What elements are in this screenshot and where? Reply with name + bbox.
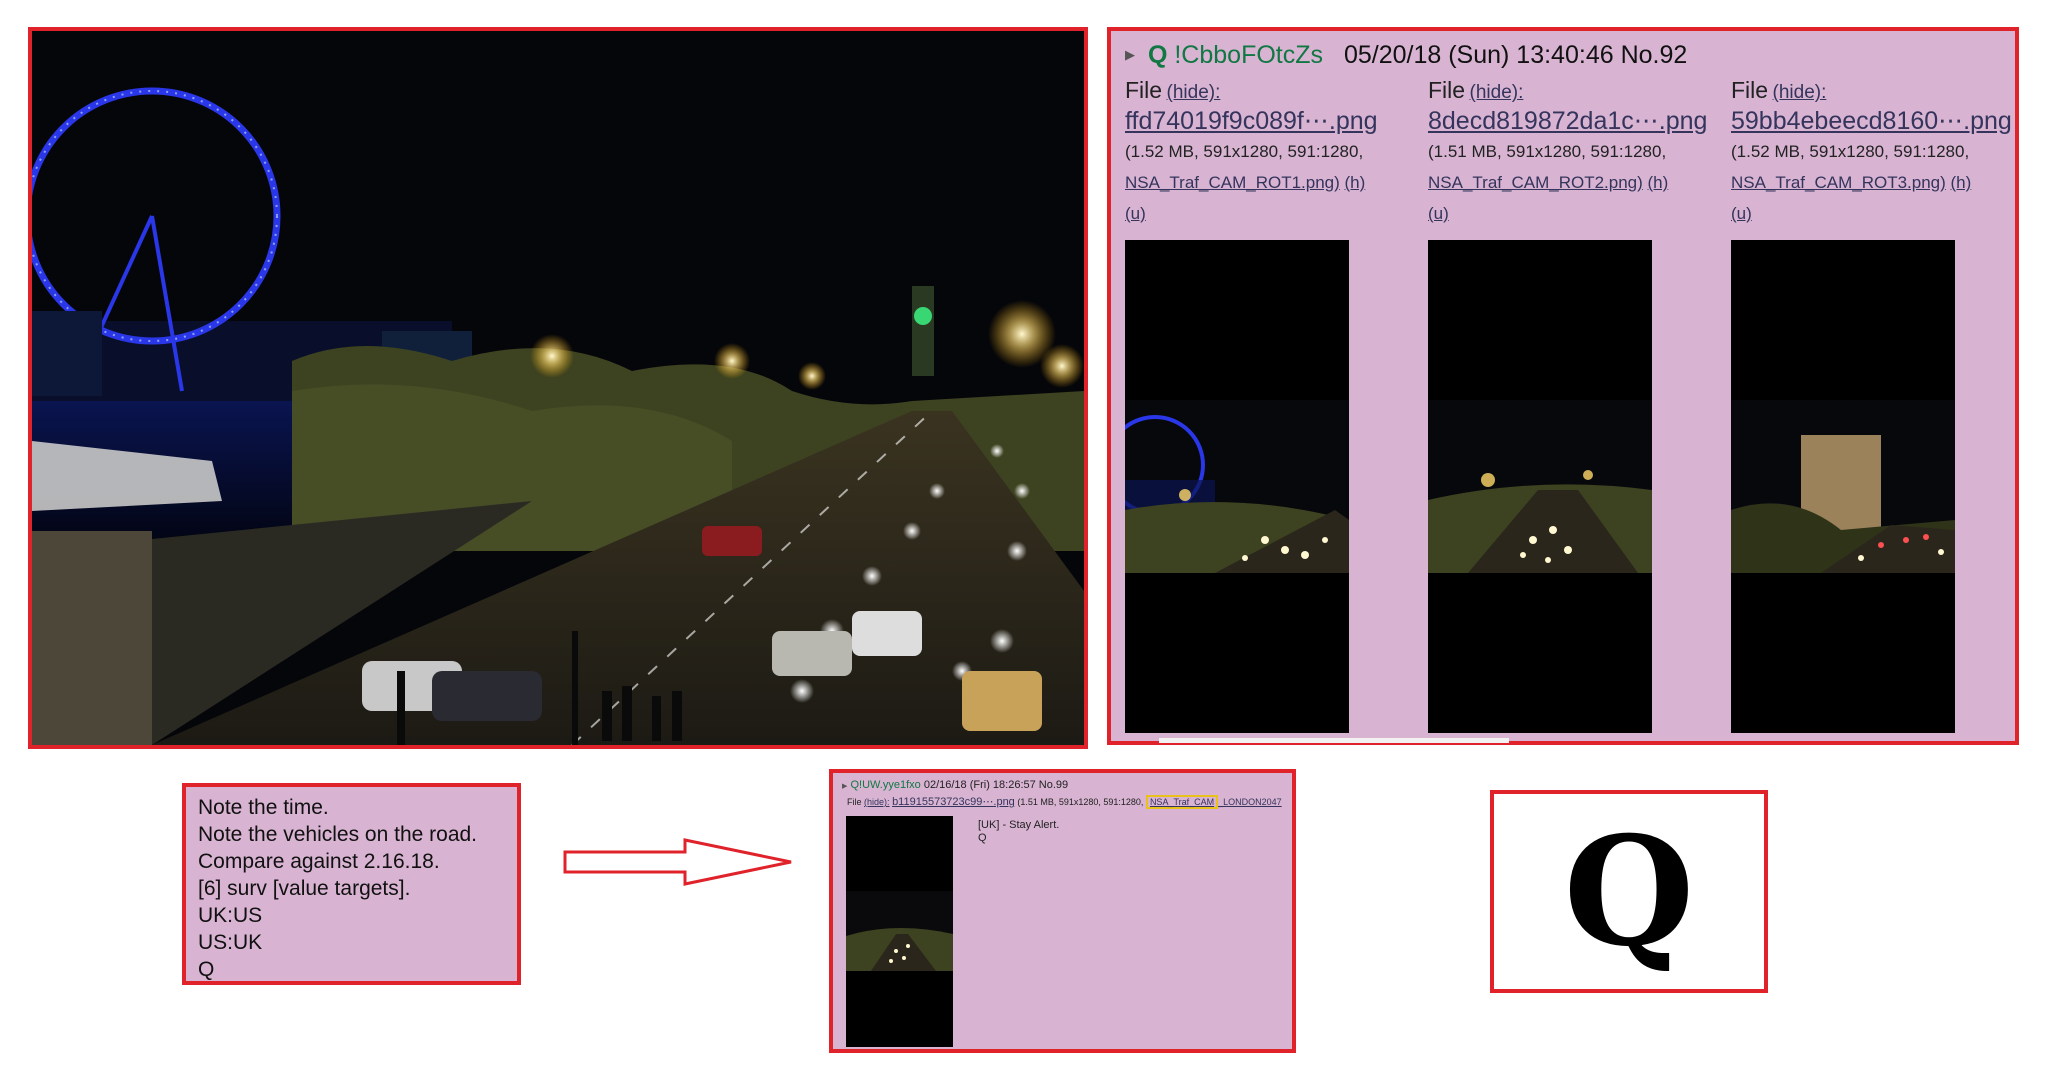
referenced-post: ▶ Q!UW.yye1fxo 02/16/18 (Fri) 18:26:57 N… — [829, 769, 1296, 1053]
message-line-2: Q — [978, 832, 987, 844]
poster-tripcode: !CbboFOtcZs — [1174, 41, 1324, 69]
post-datetime: 05/20/18 (Sun) 13:40:46 — [1343, 41, 1614, 69]
file-label: File — [847, 797, 862, 807]
original-filename-link[interactable]: NSA_Traf_CAM_ROT1.png) — [1125, 173, 1340, 192]
message-line-1: [UK] - Stay Alert. — [978, 819, 1060, 831]
note-line-6: US:UK — [198, 931, 263, 954]
original-filename-rest[interactable]: _LONDON2047 — [1218, 797, 1282, 807]
note-line-3: Compare against 2.16.18. — [198, 850, 440, 873]
post-datetime: 02/16/18 (Fri) 18:26:57 — [923, 779, 1036, 791]
referenced-thumbnail[interactable] — [846, 816, 953, 1047]
file-meta: (1.52 MB, 591x1280, 591:1280, NSA_Traf_C… — [1125, 136, 1425, 229]
u-link[interactable]: (u) — [1125, 204, 1146, 223]
hide-link[interactable]: (hide): — [864, 797, 890, 807]
file-info-2: File (hide): 8decd819872da1c⋯.png (1.51 … — [1428, 77, 1728, 229]
thumbnail-2-image — [1428, 240, 1652, 733]
file-meta: (1.52 MB, 591x1280, 591:1280, NSA_Traf_C… — [1731, 136, 2031, 229]
file-name-link[interactable]: b11915573723c99⋯.png — [892, 796, 1015, 808]
file-label: File — [1125, 77, 1163, 103]
h-link[interactable]: (h) — [1345, 173, 1366, 192]
collapse-triangle-icon[interactable]: ▶ — [842, 783, 847, 790]
note-box: Note the time. Note the vehicles on the … — [182, 783, 521, 985]
file-label: File — [1731, 77, 1769, 103]
hide-link[interactable]: (hide): — [1773, 82, 1827, 103]
u-link[interactable]: (u) — [1731, 204, 1752, 223]
thumbnail-1[interactable] — [1125, 240, 1349, 733]
london-night-photo-svg — [32, 31, 1084, 745]
post-header: ▶ Q !CbboFOtcZs 05/20/18 (Sun) 13:40:46 … — [1125, 41, 1687, 70]
file-info-3: File (hide): 59bb4ebeecd8160⋯.png (1.52 … — [1731, 77, 2031, 229]
arrow-right-icon — [563, 838, 792, 886]
post-panel: ▶ Q !CbboFOtcZs 05/20/18 (Sun) 13:40:46 … — [1107, 27, 2019, 745]
file-name-link[interactable]: 59bb4ebeecd8160⋯.png — [1731, 106, 2031, 136]
h-link[interactable]: (h) — [1951, 173, 1972, 192]
hide-link[interactable]: (hide): — [1167, 82, 1221, 103]
referenced-message: [UK] - Stay Alert. Q — [978, 819, 1059, 845]
highlighted-original-filename[interactable]: NSA_Traf_CAM — [1145, 795, 1219, 809]
note-line-5: UK:US — [198, 904, 263, 927]
note-line-7: Q — [198, 958, 215, 981]
note-line-4: [6] surv [value targets]. — [198, 877, 411, 900]
h-link[interactable]: (h) — [1648, 173, 1669, 192]
file-meta-text: (1.52 MB, 591x1280, 591:1280, — [1125, 142, 1364, 161]
original-filename-link[interactable]: NSA_Traf_CAM_ROT2.png) — [1428, 173, 1643, 192]
thumbnail-1-image — [1125, 240, 1349, 733]
note-line-1: Note the time. — [198, 796, 329, 819]
file-meta-text: (1.51 MB, 591x1280, 591:1280, — [1017, 797, 1144, 807]
thumbnail-3-image — [1731, 240, 1955, 733]
u-link[interactable]: (u) — [1428, 204, 1449, 223]
post-number[interactable]: No.99 — [1039, 779, 1068, 791]
file-meta: (1.51 MB, 591x1280, 591:1280, NSA_Traf_C… — [1428, 136, 1728, 229]
file-name-link[interactable]: ffd74019f9c089f⋯.png — [1125, 106, 1425, 136]
file-name-link[interactable]: 8decd819872da1c⋯.png — [1428, 106, 1728, 136]
file-info-1: File (hide): ffd74019f9c089f⋯.png (1.52 … — [1125, 77, 1425, 229]
q-logo-box: Q — [1490, 790, 1768, 993]
post-number[interactable]: No.92 — [1621, 41, 1688, 69]
note-line-2: Note the vehicles on the road. — [198, 823, 478, 846]
london-night-photo — [28, 27, 1088, 749]
q-logo: Q — [1563, 803, 1695, 980]
file-meta-text: (1.51 MB, 591x1280, 591:1280, — [1428, 142, 1667, 161]
thumbnail-2[interactable] — [1428, 240, 1652, 733]
hide-link[interactable]: (hide): — [1470, 82, 1524, 103]
referenced-file-info: File (hide): b11915573723c99⋯.png (1.51 … — [847, 795, 1282, 809]
file-label: File — [1428, 77, 1466, 103]
collapse-triangle-icon[interactable]: ▶ — [1125, 47, 1135, 62]
horizontal-scrollbar[interactable] — [1159, 738, 1509, 743]
poster-tripcode: !UW.yye1fxo — [859, 779, 921, 791]
original-filename-link[interactable]: NSA_Traf_CAM_ROT3.png) — [1731, 173, 1946, 192]
referenced-thumbnail-image — [846, 816, 953, 1047]
file-meta-text: (1.52 MB, 591x1280, 591:1280, — [1731, 142, 1970, 161]
thumbnail-3[interactable] — [1731, 240, 1955, 733]
poster-name: Q — [850, 779, 860, 791]
referenced-post-header: ▶ Q!UW.yye1fxo 02/16/18 (Fri) 18:26:57 N… — [842, 779, 1068, 791]
poster-name: Q — [1147, 41, 1168, 69]
